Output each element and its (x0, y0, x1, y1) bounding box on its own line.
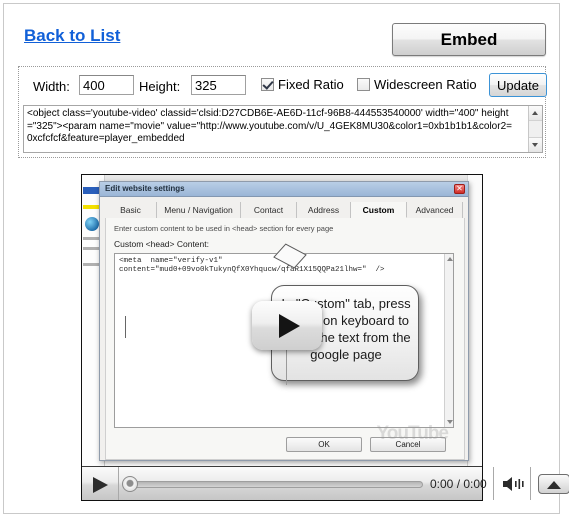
embed-code-scrollbar[interactable] (528, 106, 542, 152)
fullscreen-icon[interactable] (538, 474, 569, 494)
volume-icon[interactable] (502, 476, 530, 492)
embed-settings-panel: Width: Height: Fixed Ratio Widescreen Ra… (18, 66, 547, 158)
text-caret (125, 316, 126, 338)
tab-menu-navigation[interactable]: Menu / Navigation (157, 202, 241, 218)
play-icon[interactable] (93, 477, 108, 493)
background-text-line (83, 247, 99, 250)
fixed-ratio-checkbox[interactable]: Fixed Ratio (261, 77, 344, 92)
fixed-ratio-label: Fixed Ratio (278, 77, 344, 92)
play-overlay-button[interactable] (252, 301, 322, 350)
update-button[interactable]: Update (489, 73, 547, 97)
height-input[interactable] (191, 75, 246, 95)
background-text-line (83, 237, 99, 240)
tab-address[interactable]: Address (297, 202, 351, 218)
tab-advanced[interactable]: Advanced (407, 202, 463, 218)
width-label: Width: (33, 79, 70, 94)
width-input[interactable] (79, 75, 134, 95)
dialog-titlebar: Edit website settings ✕ (100, 182, 468, 197)
scroll-up-icon[interactable] (529, 106, 542, 121)
dialog-tabs: Basic Menu / Navigation Contact Address … (105, 201, 465, 219)
dialog-cancel-button[interactable]: Cancel (370, 437, 446, 452)
embed-button[interactable]: Embed (392, 23, 546, 56)
background-text-line (83, 263, 99, 266)
dialog-title: Edit website settings (105, 184, 185, 193)
player-divider (493, 467, 494, 500)
player-control-bar: 0:00 / 0:00 (82, 466, 569, 500)
dialog-textarea-scrollbar[interactable] (444, 254, 453, 427)
scroll-up-icon[interactable] (447, 257, 453, 261)
dialog-hint-text: Enter custom content to be used in <head… (114, 224, 334, 233)
progress-slider-knob[interactable] (122, 476, 138, 492)
dialog-ok-button[interactable]: OK (286, 437, 362, 452)
player-divider (118, 467, 119, 500)
tab-contact[interactable]: Contact (241, 202, 297, 218)
time-display: 0:00 / 0:00 (430, 477, 487, 491)
video-player[interactable]: Edit website settings ✕ Basic Menu / Nav… (81, 174, 569, 501)
globe-icon (85, 217, 99, 231)
tab-basic[interactable]: Basic (105, 202, 157, 218)
embed-code-text: <object class='youtube-video' classid='c… (27, 108, 512, 144)
video-thumbnail[interactable]: Edit website settings ✕ Basic Menu / Nav… (82, 175, 482, 467)
background-right-column (467, 175, 482, 467)
player-divider (530, 467, 531, 500)
page-header: Back to List Embed (4, 4, 559, 60)
widescreen-ratio-checkbox[interactable]: Widescreen Ratio (357, 77, 477, 92)
back-to-list-link[interactable]: Back to List (24, 26, 120, 46)
embed-code-box[interactable]: <object class='youtube-video' classid='c… (23, 105, 543, 153)
scroll-down-icon[interactable] (447, 420, 453, 424)
embed-controls-row: Width: Height: Fixed Ratio Widescreen Ra… (19, 67, 547, 107)
scroll-down-icon[interactable] (529, 137, 542, 152)
custom-head-content-label: Custom <head> Content: (114, 239, 209, 249)
background-logo (83, 187, 100, 194)
widescreen-ratio-label: Widescreen Ratio (374, 77, 477, 92)
tab-custom[interactable]: Custom (351, 202, 407, 218)
height-label: Height: (139, 79, 181, 94)
checkbox-checked-icon (261, 78, 274, 91)
background-highlight-bar (83, 205, 100, 209)
checkbox-unchecked-icon (357, 78, 370, 91)
embed-page: Back to List Embed Width: Height: Fixed … (3, 3, 569, 514)
play-button-stem (286, 350, 287, 385)
close-icon[interactable]: ✕ (454, 184, 465, 194)
progress-slider-track[interactable] (126, 481, 423, 488)
